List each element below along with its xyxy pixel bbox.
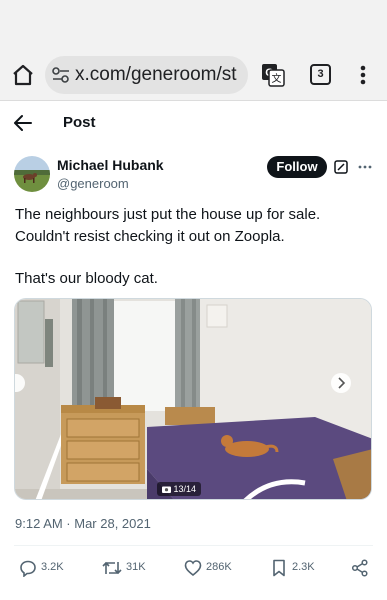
next-photo-button[interactable]	[331, 373, 351, 393]
reply-icon	[20, 560, 36, 577]
bookmark-icon	[273, 559, 285, 577]
repost-count: 31K	[126, 561, 146, 573]
translate-icon[interactable]: G 文	[261, 63, 285, 87]
bookmark-count: 2.3K	[292, 561, 315, 573]
like-count: 286K	[206, 561, 232, 573]
tab-switcher-button[interactable]: 3	[310, 64, 331, 85]
tweet-photo[interactable]: 13/14	[14, 298, 372, 500]
photo-counter: 13/14	[157, 482, 202, 496]
page-title: Post	[63, 114, 96, 131]
chevron-right-icon	[338, 377, 346, 389]
author-handle[interactable]: @generoom	[57, 176, 129, 191]
svg-text:文: 文	[272, 72, 282, 85]
back-arrow-icon[interactable]	[12, 113, 34, 133]
share-icon	[351, 559, 368, 577]
tune-icon[interactable]	[52, 67, 70, 83]
post-header: Post	[0, 101, 387, 145]
tweet-text-line-1: The neighbours just put the house up for…	[15, 206, 321, 223]
repost-icon	[102, 561, 122, 575]
divider	[14, 545, 373, 546]
heart-icon	[184, 560, 202, 577]
url-text[interactable]: x.com/generoom/st	[75, 64, 237, 86]
photo-counter-text: 13/14	[173, 484, 197, 494]
home-icon[interactable]	[10, 63, 36, 87]
bedroom-photo	[15, 299, 371, 499]
author-name[interactable]: Michael Hubank	[57, 157, 164, 173]
browser-toolbar: x.com/generoom/st G 文 3	[0, 50, 387, 101]
follow-button[interactable]: Follow	[267, 156, 327, 178]
avatar[interactable]	[14, 156, 50, 192]
more-vert-icon[interactable]	[355, 63, 371, 87]
more-horiz-icon[interactable]	[357, 160, 373, 174]
grok-icon[interactable]	[334, 160, 348, 174]
reply-count: 3.2K	[41, 561, 64, 573]
address-bar[interactable]: x.com/generoom/st	[45, 56, 248, 94]
tweet-text-line-2: Couldn't resist checking it out on Zoopl…	[15, 228, 285, 245]
status-area	[0, 0, 387, 50]
post-timestamp[interactable]: 9:12 AM · Mar 28, 2021	[15, 516, 151, 531]
camera-icon	[162, 486, 171, 493]
tweet-text-line-3: That's our bloody cat.	[15, 270, 158, 287]
